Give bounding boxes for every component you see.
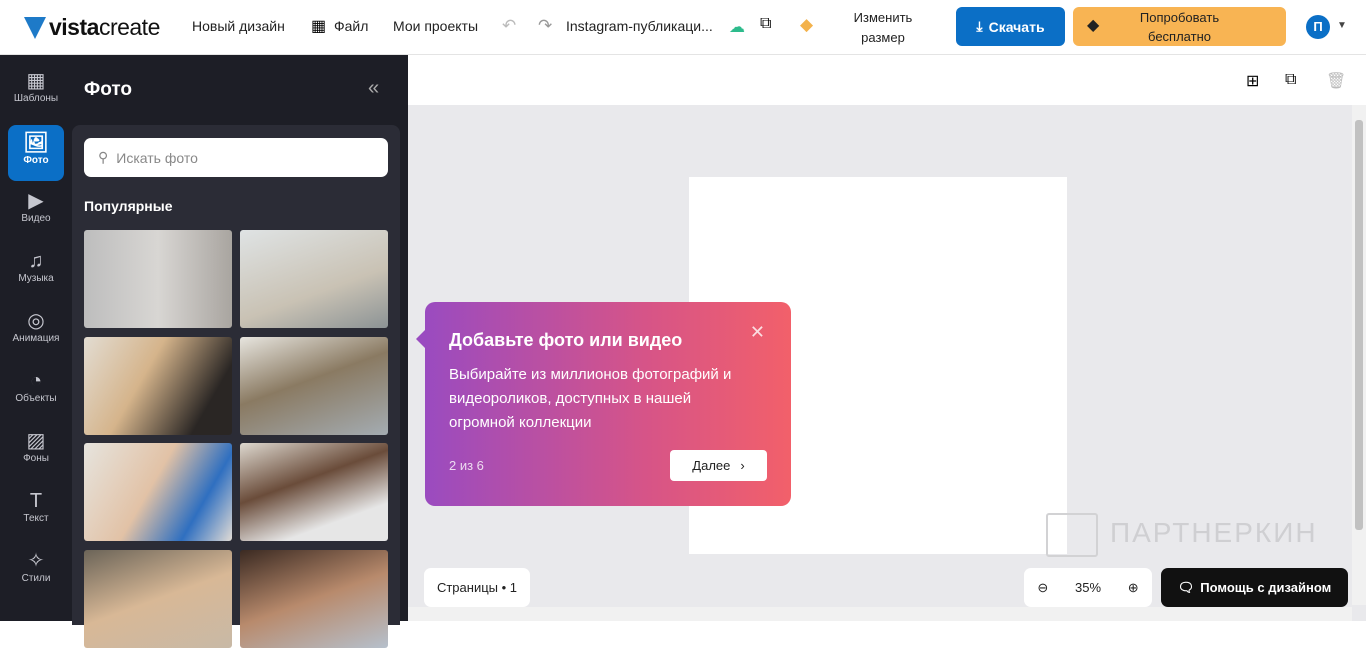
tooltip-counter: 2 из 6 bbox=[449, 458, 484, 473]
sidebar-item-backgrounds[interactable]: ▨ Фоны bbox=[8, 423, 64, 479]
vertical-scrollbar[interactable] bbox=[1352, 105, 1366, 605]
next-label: Далее bbox=[692, 458, 731, 473]
sidebar-item-label: Текст bbox=[23, 513, 49, 524]
logo-light: create bbox=[98, 14, 160, 40]
top-bar: vista create Новый дизайн ▦ Файл Мои прое… bbox=[0, 0, 1366, 55]
panel-content: ⚲ Искать фото Популярные bbox=[72, 125, 400, 648]
horizontal-scrollbar[interactable] bbox=[408, 607, 1352, 621]
search-icon: ⚲ bbox=[98, 149, 109, 165]
logo-bold: vista bbox=[49, 14, 99, 40]
photo-thumbnail[interactable] bbox=[84, 230, 232, 328]
help-label: Помощь с дизайном bbox=[1200, 580, 1332, 595]
video-icon: ▶ bbox=[28, 190, 44, 212]
sidebar-item-label: Анимация bbox=[12, 333, 60, 344]
watermark-logo-icon bbox=[1046, 513, 1098, 557]
photo-icon: 🖼 bbox=[23, 132, 49, 154]
design-help-button[interactable]: 🗨 Помощь с дизайном bbox=[1161, 568, 1348, 607]
search-placeholder: Искать фото bbox=[116, 149, 198, 166]
download-label: Скачать bbox=[988, 18, 1045, 35]
my-projects-link[interactable]: Мои проекты bbox=[393, 18, 478, 34]
undo-icon[interactable]: ↶ bbox=[502, 16, 516, 36]
photo-thumbnail[interactable] bbox=[240, 230, 388, 328]
panel-title: Фото bbox=[84, 79, 133, 100]
photo-panel: Фото « ⚲ Искать фото Популярные bbox=[72, 55, 408, 648]
canvas-area: ⊞ ⧉ 🗑 ПАРТНЕРКИН Добавьте фото или видео… bbox=[408, 55, 1366, 621]
sidebar-item-video[interactable]: ▶ Видео bbox=[8, 183, 64, 239]
sidebar-item-templates[interactable]: ▦ Шаблоны bbox=[8, 63, 64, 119]
sidebar-item-text[interactable]: T Текст bbox=[8, 483, 64, 539]
search-input[interactable]: ⚲ Искать фото bbox=[84, 138, 388, 177]
tooltip-body: Выбирайте из миллионов фотографий и виде… bbox=[449, 366, 732, 431]
sidebar-item-photo[interactable]: 🖼 Фото bbox=[8, 125, 64, 181]
sidebar-item-label: Фоны bbox=[23, 453, 49, 464]
watermark: ПАРТНЕРКИН bbox=[1110, 517, 1318, 548]
sidebar-item-objects[interactable]: ◔ Объекты bbox=[8, 363, 64, 419]
grid-icon: ▦ bbox=[311, 18, 327, 35]
chevron-right-icon: › bbox=[740, 458, 745, 473]
zoom-level[interactable]: 35% bbox=[1075, 580, 1101, 595]
present-icon[interactable]: ⧉ bbox=[760, 15, 771, 33]
diamond-icon: ◆ bbox=[1087, 17, 1100, 34]
diamond-icon: ◆ bbox=[800, 15, 814, 34]
styles-icon: ✧ bbox=[27, 550, 45, 572]
zoom-control: ⊖ 35% ⊕ bbox=[1024, 568, 1152, 607]
try-free-label: Попробовать бесплатно bbox=[1139, 10, 1220, 44]
cloud-saved-icon: ☁ bbox=[729, 19, 745, 36]
resize-button[interactable]: Изменить размер bbox=[851, 8, 915, 48]
zoom-in-icon[interactable]: ⊕ bbox=[1128, 580, 1139, 596]
canvas-toolbar: ⊞ ⧉ 🗑 bbox=[408, 55, 1366, 105]
section-heading: Популярные bbox=[84, 198, 173, 214]
sidebar-item-label: Шаблоны bbox=[13, 93, 59, 104]
text-icon: T bbox=[29, 490, 43, 512]
collapse-panel-icon[interactable]: « bbox=[368, 77, 379, 100]
download-button[interactable]: ⤓ Скачать bbox=[956, 7, 1065, 46]
music-icon: ♫ bbox=[28, 250, 44, 272]
sidebar-rail: ▦ Шаблоны 🖼 Фото ▶ Видео ♫ Музыка ◎ Анимация … bbox=[0, 55, 72, 621]
try-free-button[interactable]: ◆ Попробовать бесплатно bbox=[1073, 7, 1286, 46]
duplicate-icon[interactable]: ⧉ bbox=[1285, 71, 1296, 89]
sidebar-item-label: Видео bbox=[21, 213, 51, 224]
templates-icon: ▦ bbox=[26, 70, 46, 92]
scrollbar-thumb[interactable] bbox=[1355, 120, 1363, 530]
trash-icon[interactable]: 🗑 bbox=[1326, 71, 1346, 91]
logo-mark-icon bbox=[24, 16, 46, 39]
chevron-down-icon[interactable]: ▼ bbox=[1337, 20, 1347, 31]
animation-icon: ◎ bbox=[27, 310, 45, 332]
zoom-out-icon[interactable]: ⊖ bbox=[1037, 580, 1048, 596]
sidebar-item-animation[interactable]: ◎ Анимация bbox=[8, 303, 64, 359]
objects-icon: ◔ bbox=[29, 370, 43, 392]
new-design-link[interactable]: Новый дизайн bbox=[192, 18, 285, 34]
sidebar-item-label: Объекты bbox=[15, 393, 57, 404]
sidebar-item-label: Стили bbox=[21, 573, 51, 584]
tooltip-title: Добавьте фото или видео bbox=[449, 330, 683, 350]
sidebar-item-label: Музыка bbox=[18, 273, 54, 284]
photo-thumbnail[interactable] bbox=[84, 337, 232, 435]
sidebar-item-label: Фото bbox=[23, 155, 49, 166]
logo[interactable]: vista create bbox=[24, 14, 160, 41]
pages-button[interactable]: Страницы • 1 bbox=[424, 568, 530, 607]
file-menu[interactable]: Файл bbox=[334, 18, 368, 34]
next-button[interactable]: Далее › bbox=[670, 450, 767, 481]
download-icon: ⤓ bbox=[976, 18, 983, 34]
avatar[interactable]: П bbox=[1306, 15, 1330, 39]
sidebar-item-styles[interactable]: ✧ Стили bbox=[8, 543, 64, 599]
sidebar-item-music[interactable]: ♫ Музыка bbox=[8, 243, 64, 299]
backgrounds-icon: ▨ bbox=[26, 430, 46, 452]
onboarding-tooltip: Добавьте фото или видео ✕ Выбирайте из м… bbox=[416, 302, 791, 506]
redo-icon[interactable]: ↷ bbox=[538, 16, 552, 36]
photo-thumbnail[interactable] bbox=[84, 550, 232, 648]
photo-thumbnail[interactable] bbox=[240, 550, 388, 648]
close-icon[interactable]: ✕ bbox=[750, 322, 765, 343]
photo-thumbnail[interactable] bbox=[84, 443, 232, 541]
chat-icon: 🗨 bbox=[1177, 579, 1195, 595]
document-title[interactable]: Instagram-публикаци... bbox=[566, 18, 713, 34]
photo-thumbnail[interactable] bbox=[240, 443, 388, 541]
photo-thumbnail[interactable] bbox=[240, 337, 388, 435]
add-page-icon[interactable]: ⊞ bbox=[1246, 71, 1259, 91]
